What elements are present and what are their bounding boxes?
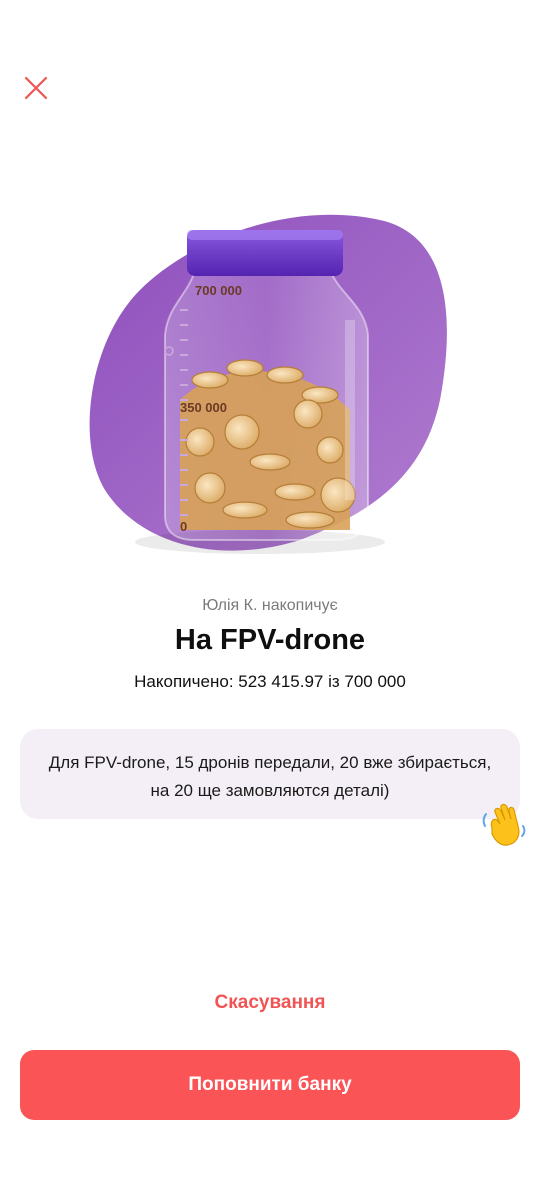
jar-illustration: 700 000 350 000 0 (80, 200, 460, 580)
topup-jar-button-label: Поповнити банку (188, 1074, 352, 1095)
waving-hand-icon (478, 800, 528, 850)
scale-label-top: 700 000 (195, 283, 242, 298)
jar-owner-text: Юлія К. накопичує (202, 597, 338, 614)
jar-progress-text: Накопичено: 523 415.97 із 700 000 (134, 672, 406, 691)
comment-bubble: Для FPV-drone, 15 дронів передали, 20 вж… (20, 729, 520, 819)
scale-label-middle: 350 000 (180, 400, 227, 415)
jar-title: На FPV-drone (174, 624, 366, 656)
cancel-button[interactable]: Скасування (0, 992, 540, 1014)
close-icon (24, 76, 48, 100)
scale-label-bottom: 0 (180, 519, 187, 534)
close-button[interactable] (18, 70, 54, 106)
topup-jar-button[interactable]: Поповнити банку (20, 1050, 520, 1120)
comment-text: Для FPV-drone, 15 дронів передали, 20 вж… (48, 753, 492, 800)
